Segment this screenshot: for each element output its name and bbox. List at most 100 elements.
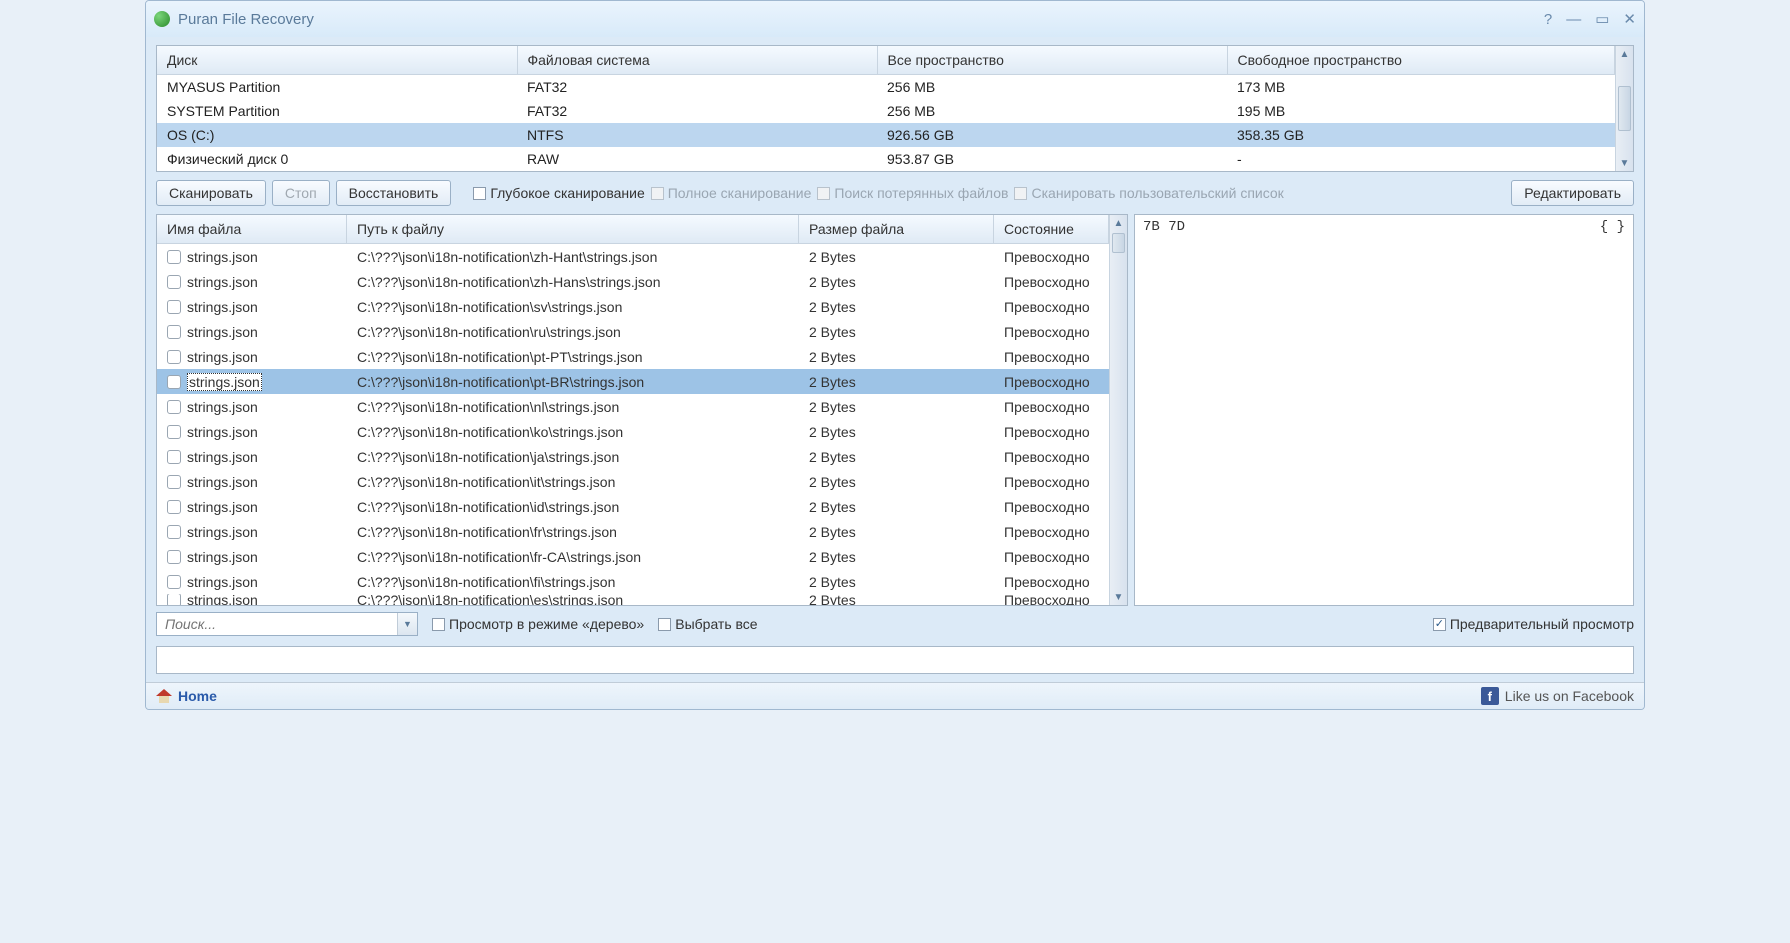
file-list-panel: Имя файла Путь к файлу Размер файла Сост… (156, 214, 1128, 606)
disk-row[interactable]: Физический диск 0RAW953.87 GB- (157, 147, 1615, 171)
disk-row[interactable]: SYSTEM PartitionFAT32256 MB195 MB (157, 99, 1615, 123)
scroll-down-icon[interactable]: ▼ (1616, 155, 1633, 171)
file-row-checkbox[interactable] (167, 594, 181, 605)
tree-view-checkbox[interactable]: Просмотр в режиме «дерево» (432, 616, 644, 632)
file-row[interactable]: strings.json C:\???\json\i18n-notificatio… (157, 594, 1109, 605)
facebook-link[interactable]: f Like us on Facebook (1481, 687, 1634, 705)
file-path: C:\???\json\i18n-notification\zh-Hant\st… (347, 249, 799, 265)
file-row[interactable]: strings.jsonC:\???\json\i18n-notificatio… (157, 369, 1109, 394)
file-row[interactable]: strings.jsonC:\???\json\i18n-notificatio… (157, 494, 1109, 519)
file-row[interactable]: strings.jsonC:\???\json\i18n-notificatio… (157, 519, 1109, 544)
file-scrollbar[interactable]: ▲ ▼ (1109, 215, 1127, 605)
file-state: Превосходно (994, 424, 1109, 440)
home-link[interactable]: Home (178, 688, 217, 704)
search-combo[interactable]: ▼ (156, 612, 418, 636)
file-row-checkbox[interactable] (167, 350, 181, 364)
file-row[interactable]: strings.jsonC:\???\json\i18n-notificatio… (157, 269, 1109, 294)
file-size: 2 Bytes (799, 449, 994, 465)
file-row-checkbox[interactable] (167, 450, 181, 464)
disk-header-fs[interactable]: Файловая система (517, 46, 877, 75)
disk-scrollbar[interactable]: ▲ ▼ (1615, 46, 1633, 171)
file-row[interactable]: strings.jsonC:\???\json\i18n-notificatio… (157, 319, 1109, 344)
scroll-up-icon[interactable]: ▲ (1616, 46, 1633, 62)
scroll-thumb[interactable] (1112, 233, 1125, 253)
file-name: strings.json (187, 274, 258, 290)
file-row-checkbox[interactable] (167, 325, 181, 339)
preview-checkbox[interactable]: Предварительный просмотр (1433, 616, 1634, 632)
disk-header-free[interactable]: Свободное пространство (1227, 46, 1615, 75)
preview-hex: 7B 7D (1143, 219, 1185, 601)
recover-button[interactable]: Восстановить (336, 180, 452, 206)
window-controls: ? — ▭ ✕ (1544, 10, 1636, 28)
scroll-down-icon[interactable]: ▼ (1110, 589, 1127, 605)
file-size: 2 Bytes (799, 424, 994, 440)
home-icon[interactable] (156, 689, 172, 703)
disk-header-total[interactable]: Все пространство (877, 46, 1227, 75)
file-state: Превосходно (994, 374, 1109, 390)
file-state: Превосходно (994, 274, 1109, 290)
file-size: 2 Bytes (799, 349, 994, 365)
file-row[interactable]: strings.jsonC:\???\json\i18n-notificatio… (157, 419, 1109, 444)
file-path: C:\???\json\i18n-notification\es\strings… (347, 594, 799, 605)
file-name: strings.json (187, 299, 258, 315)
file-header-size[interactable]: Размер файла (799, 215, 994, 243)
window-title: Puran File Recovery (178, 11, 1544, 28)
file-name: strings.json (187, 594, 258, 605)
help-icon[interactable]: ? (1544, 11, 1552, 28)
scroll-thumb[interactable] (1618, 86, 1631, 131)
file-name: strings.json (187, 499, 258, 515)
file-table-header: Имя файла Путь к файлу Размер файла Сост… (157, 215, 1109, 244)
chevron-down-icon[interactable]: ▼ (397, 613, 417, 635)
file-state: Превосходно (994, 474, 1109, 490)
file-row-checkbox[interactable] (167, 375, 181, 389)
file-name: strings.json (187, 574, 258, 590)
file-size: 2 Bytes (799, 499, 994, 515)
file-row[interactable]: strings.jsonC:\???\json\i18n-notificatio… (157, 469, 1109, 494)
file-row[interactable]: strings.json C:\???\json\i18n-notificatio… (157, 244, 1109, 269)
disk-row[interactable]: MYASUS PartitionFAT32256 MB173 MB (157, 75, 1615, 100)
file-header-name[interactable]: Имя файла (157, 215, 347, 243)
disk-table[interactable]: Диск Файловая система Все пространство С… (157, 46, 1615, 171)
file-row-checkbox[interactable] (167, 500, 181, 514)
maximize-icon[interactable]: ▭ (1595, 10, 1609, 28)
select-all-checkbox[interactable]: Выбрать все (658, 616, 757, 632)
file-row[interactable]: strings.jsonC:\???\json\i18n-notificatio… (157, 294, 1109, 319)
file-path: C:\???\json\i18n-notification\ja\strings… (347, 449, 799, 465)
file-row-checkbox[interactable] (167, 575, 181, 589)
file-header-path[interactable]: Путь к файлу (347, 215, 799, 243)
file-row-checkbox[interactable] (167, 400, 181, 414)
file-path: C:\???\json\i18n-notification\fr-CA\stri… (347, 549, 799, 565)
file-path: C:\???\json\i18n-notification\pt-PT\stri… (347, 349, 799, 365)
disk-row[interactable]: OS (C:)NTFS926.56 GB358.35 GB (157, 123, 1615, 147)
close-icon[interactable]: ✕ (1623, 10, 1636, 28)
deep-scan-checkbox[interactable]: Глубокое сканирование (473, 185, 644, 201)
file-row-checkbox[interactable] (167, 300, 181, 314)
file-row-checkbox[interactable] (167, 425, 181, 439)
file-row-checkbox[interactable] (167, 550, 181, 564)
file-path: C:\???\json\i18n-notification\pt-BR\stri… (347, 374, 799, 390)
disk-header-disk[interactable]: Диск (157, 46, 517, 75)
scroll-up-icon[interactable]: ▲ (1110, 215, 1127, 231)
file-row-checkbox[interactable] (167, 250, 181, 264)
app-icon (154, 11, 170, 27)
file-row[interactable]: strings.jsonC:\???\json\i18n-notificatio… (157, 394, 1109, 419)
file-row-checkbox[interactable] (167, 275, 181, 289)
file-size: 2 Bytes (799, 594, 994, 605)
file-row[interactable]: strings.jsonC:\???\json\i18n-notificatio… (157, 444, 1109, 469)
file-row-checkbox[interactable] (167, 475, 181, 489)
file-row[interactable]: strings.jsonC:\???\json\i18n-notificatio… (157, 344, 1109, 369)
file-name: strings.json (187, 399, 258, 415)
file-row-checkbox[interactable] (167, 525, 181, 539)
file-name: strings.json (187, 249, 258, 265)
status-bar-input[interactable] (156, 646, 1634, 674)
file-name: strings.json (187, 524, 258, 540)
minimize-icon[interactable]: — (1566, 11, 1581, 28)
search-input[interactable] (157, 613, 397, 635)
scan-button[interactable]: Сканировать (156, 180, 266, 206)
file-row[interactable]: strings.jsonC:\???\json\i18n-notificatio… (157, 569, 1109, 594)
file-row[interactable]: strings.jsonC:\???\json\i18n-notificatio… (157, 544, 1109, 569)
preview-panel: 7B 7D { } (1134, 214, 1634, 606)
stop-button[interactable]: Стоп (272, 180, 330, 206)
file-header-state[interactable]: Состояние (994, 215, 1109, 243)
edit-button[interactable]: Редактировать (1511, 180, 1634, 206)
